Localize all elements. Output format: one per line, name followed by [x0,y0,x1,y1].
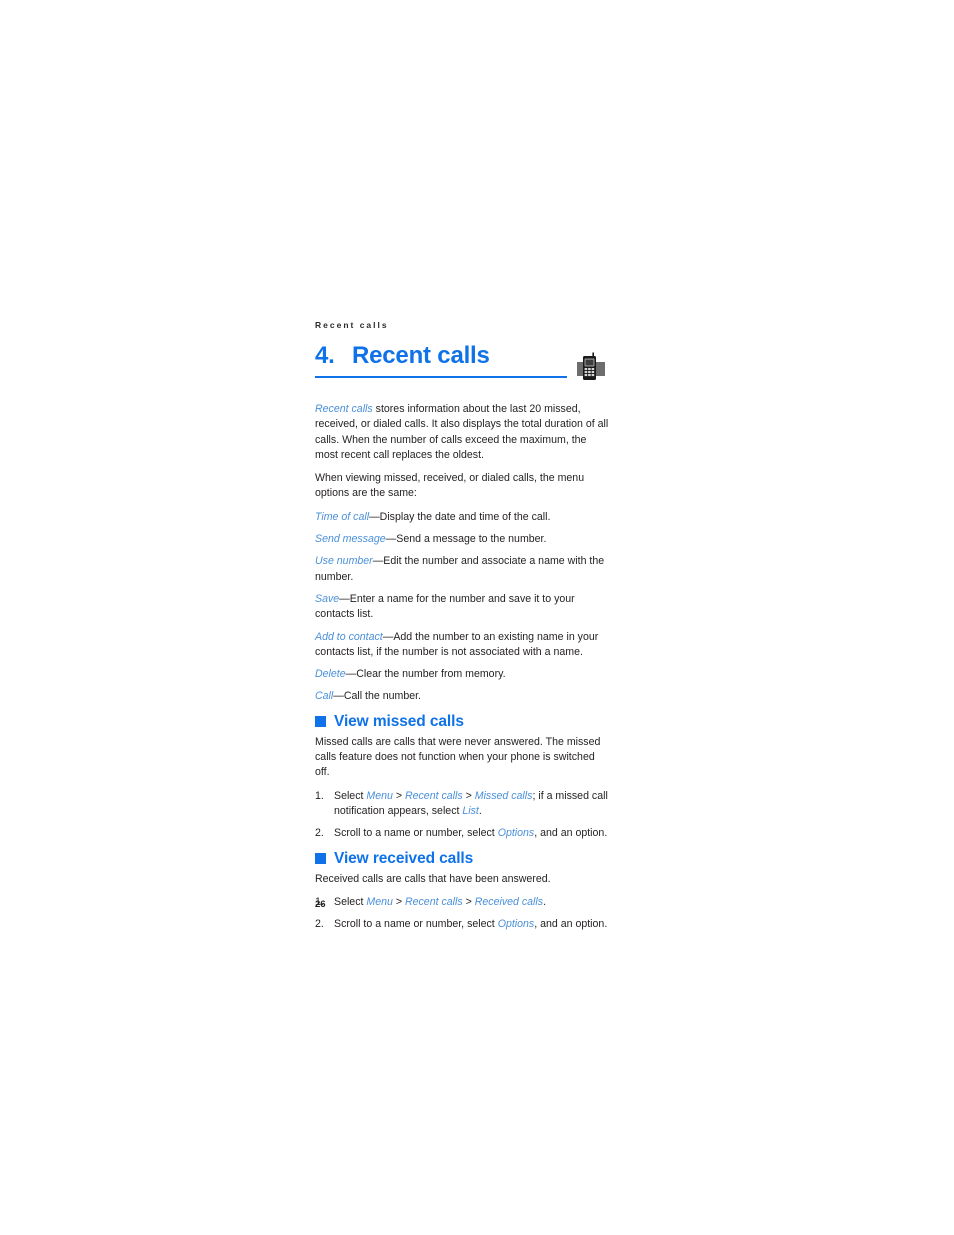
option-entry: Save—Enter a name for the number and sav… [315,592,610,623]
option-entry: Delete—Clear the number from memory. [315,667,610,682]
section-intro: Missed calls are calls that were never a… [315,735,601,779]
step-text-run: , and an option. [534,827,608,840]
option-term: Save [315,592,340,605]
ui-term: Menu [366,895,393,908]
chapter-number: 4. [315,342,335,369]
option-term: Time of call [315,510,370,523]
option-description: —Clear the number from memory. [345,668,506,681]
option-term: Call [315,690,334,703]
option-entry: Add to contact—Add the number to an exis… [315,630,610,661]
section-intro: Received calls are calls that have been … [315,872,551,885]
step-text-run: > [392,895,405,908]
ui-term: List [462,804,479,817]
step-text: Scroll to a name or number, select Optio… [334,827,607,839]
page-number: 26 [315,899,326,910]
chapter-rule [315,376,567,378]
step-text-run: > [392,789,405,802]
list-item: 1. Select Menu > Recent calls > Missed c… [315,789,610,820]
step-text: Select Menu > Recent calls > Missed call… [334,790,608,817]
step-text-run: Select [334,789,367,802]
ui-term: Options [497,827,535,840]
step-text-run: Scroll to a name or number, select [334,827,498,840]
ui-term: Recent calls [404,789,463,802]
step-text-run: > [462,895,475,908]
step-text-run: . [543,895,547,908]
intro-paragraph-2: When viewing missed, received, or dialed… [315,472,585,500]
section-heading-label: View missed calls [334,712,464,730]
step-number: 2. [315,827,324,840]
option-description: —Call the number. [333,690,421,703]
option-term: Send message [315,533,386,546]
section-heading-view-missed-calls: View missed calls [315,712,610,732]
step-number: 1. [315,789,324,802]
chapter-heading: 4. Recent calls [315,342,615,370]
running-head: Recent calls [315,320,389,330]
option-description: —Send a message to the number. [385,533,547,546]
option-entry: Time of call—Display the date and time o… [315,510,610,525]
ui-term: Menu [366,789,393,802]
step-text-run: > [462,789,475,802]
steps-list-missed-calls: 1. Select Menu > Recent calls > Missed c… [315,789,610,842]
section-heading-view-received-calls: View received calls [315,849,610,869]
document-page: Recent calls 4. Recent calls Recent call… [0,0,954,1235]
square-bullet-icon [315,853,326,865]
step-text-run: , and an option. [534,918,608,931]
step-text: Scroll to a name or number, select Optio… [334,918,607,930]
section-heading-label: View received calls [334,849,474,867]
intro-paragraph-1: Recent calls stores information about th… [315,402,610,463]
ui-term: Options [497,918,535,931]
step-text-run: Select [334,895,367,908]
option-term: Delete [315,668,346,681]
chapter-title: Recent calls [352,342,490,369]
step-text-run: Scroll to a name or number, select [334,918,498,931]
body-column: Recent calls stores information about th… [315,402,610,939]
option-entry: Call—Call the number. [315,689,610,704]
steps-list-received-calls: 1. Select Menu > Recent calls > Received… [315,895,610,933]
option-entry: Use number—Edit the number and associate… [315,554,610,585]
list-item: 2. Scroll to a name or number, select Op… [315,826,610,841]
step-number: 2. [315,918,324,931]
option-term: Use number [315,555,373,568]
square-bullet-icon [315,716,326,728]
option-description: —Enter a name for the number and save it… [315,592,575,621]
step-text: Select Menu > Recent calls > Received ca… [334,896,546,908]
ui-term: Recent calls [404,895,463,908]
ui-term: Missed calls [474,789,533,802]
step-text-run: . [478,804,482,817]
list-item: 1. Select Menu > Recent calls > Received… [315,895,610,910]
intro-term-recent-calls: Recent calls [315,403,373,415]
option-entry: Send message—Send a message to the numbe… [315,532,610,547]
option-description: —Display the date and time of the call. [369,510,551,523]
option-term: Add to contact [315,630,383,643]
mobile-phone-icon [576,352,606,382]
ui-term: Received calls [474,895,544,908]
list-item: 2. Scroll to a name or number, select Op… [315,917,610,932]
